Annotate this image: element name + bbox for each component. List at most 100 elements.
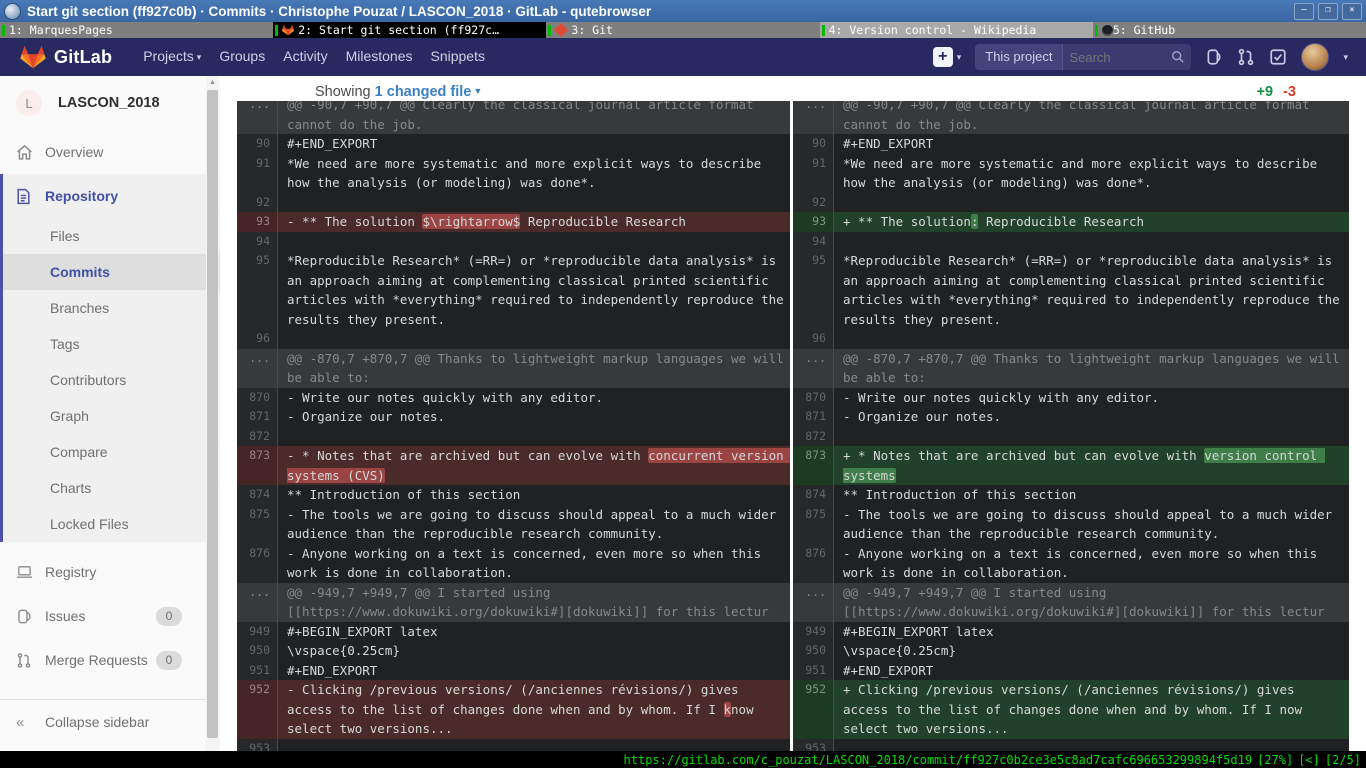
line-number[interactable]: 953 [237,739,278,752]
line-number[interactable]: 953 [793,739,834,752]
merge-request-icon[interactable] [1237,48,1255,66]
diff-line-content: #+END_EXPORT [278,661,790,681]
sidebar-item-overview[interactable]: Overview [0,130,220,174]
sidebar-item-label: Contributors [50,372,126,388]
line-number[interactable]: 95 [237,251,278,329]
scrollbar-up-arrow-icon[interactable]: ▲ [206,76,219,89]
statusbar-url: https://gitlab.com/c_pouzat/LASCON_2018/… [624,753,1253,767]
line-number[interactable]: 93 [793,212,834,232]
line-number[interactable]: 94 [237,232,278,252]
line-number[interactable]: 950 [793,641,834,661]
tab-load-indicator [2,25,5,36]
project-header[interactable]: L LASCON_2018 [0,76,220,130]
search-box [1063,44,1191,70]
line-number[interactable]: 874 [793,485,834,505]
line-number[interactable]: 873 [793,446,834,485]
line-number[interactable]: 873 [237,446,278,485]
sidebar-item-compare[interactable]: Compare [3,434,220,470]
browser-tab-3[interactable]: 3: Git [546,22,819,38]
nav-link-snippets[interactable]: Snippets [431,48,485,64]
line-number[interactable]: 949 [237,622,278,642]
sidebar-item-locked-files[interactable]: Locked Files [3,506,220,542]
line-number[interactable]: 876 [237,544,278,583]
sidebar-item-tags[interactable]: Tags [3,326,220,362]
changed-files-dropdown[interactable]: 1 changed file▼ [375,84,483,100]
todo-check-icon[interactable] [1269,48,1287,66]
issues-icon[interactable] [1205,48,1223,66]
nav-link-milestones[interactable]: Milestones [346,48,413,64]
sidebar-item-registry[interactable]: Registry [0,550,220,594]
line-number[interactable]: 951 [793,661,834,681]
line-number[interactable]: 91 [237,154,278,193]
nav-link-projects[interactable]: Projects▾ [143,48,201,64]
diff-line-content [834,329,1349,349]
tab-title: 1: MarquesPages [9,23,113,37]
sidebar-scrollbar[interactable]: ▲ [206,76,219,751]
diff-line-content: @@ -870,7 +870,7 @@ Thanks to lightweigh… [834,349,1349,388]
sidebar-item-contributors[interactable]: Contributors [3,362,220,398]
line-number[interactable]: 91 [793,154,834,193]
line-number[interactable]: 870 [793,388,834,408]
line-number[interactable]: 96 [237,329,278,349]
line-number[interactable]: 93 [237,212,278,232]
line-number[interactable]: 875 [237,505,278,544]
line-number[interactable]: 952 [237,680,278,739]
sidebar-item-merge-requests[interactable]: Merge Requests0 [0,638,220,682]
close-button[interactable]: ✕ [1342,3,1362,20]
search-input[interactable] [1063,50,1171,65]
line-number[interactable]: 94 [793,232,834,252]
diff-row: 90#+END_EXPORT [237,134,790,154]
line-number: ... [793,349,834,388]
sidebar-item-branches[interactable]: Branches [3,290,220,326]
minimize-button[interactable]: – [1294,3,1314,20]
maximize-button[interactable]: ❐ [1318,3,1338,20]
sidebar-item-issues[interactable]: Issues0 [0,594,220,638]
sidebar-item-commits[interactable]: Commits [3,254,220,290]
scrollbar-thumb[interactable] [207,90,218,738]
tab-title: 2: Start git section (ff927c… [298,23,499,37]
browser-tab-2[interactable]: 2: Start git section (ff927c… [273,22,546,38]
line-number[interactable]: 949 [793,622,834,642]
diff-row: 950\vspace{0.25cm} [237,641,790,661]
diff-row: 953 [237,739,790,752]
sidebar-item-charts[interactable]: Charts [3,470,220,506]
diff-row: 96 [237,329,790,349]
diff-line-content: - Write our notes quickly with any edito… [278,388,790,408]
line-number[interactable]: 872 [237,427,278,447]
line-number[interactable]: 871 [237,407,278,427]
line-number[interactable]: 92 [237,193,278,213]
collapse-sidebar-button[interactable]: « Collapse sidebar [0,699,219,744]
line-number[interactable]: 876 [793,544,834,583]
line-number[interactable]: 871 [793,407,834,427]
line-number[interactable]: 874 [237,485,278,505]
diff-row: 95*Reproducible Research* (=RR=) or *rep… [793,251,1349,329]
line-number[interactable]: 952 [793,680,834,739]
new-menu-button[interactable]: + ▾ [933,47,962,67]
user-avatar[interactable] [1301,43,1329,71]
line-number[interactable]: 875 [793,505,834,544]
line-number[interactable]: 92 [793,193,834,213]
line-number[interactable]: 96 [793,329,834,349]
gitlab-brand[interactable]: GitLab [54,47,112,68]
line-number[interactable]: 872 [793,427,834,447]
line-number[interactable]: 870 [237,388,278,408]
line-number[interactable]: 95 [793,251,834,329]
diff-line-content: \vspace{0.25cm} [834,641,1349,661]
sidebar-item-graph[interactable]: Graph [3,398,220,434]
diff-line-content: - Write our notes quickly with any edito… [834,388,1349,408]
browser-tab-5[interactable]: 5: GitHub [1093,22,1366,38]
line-number[interactable]: 950 [237,641,278,661]
line-number[interactable]: 90 [237,134,278,154]
browser-tab-1[interactable]: 1: MarquesPages [0,22,273,38]
sidebar-item-repository[interactable]: Repository [3,174,220,218]
line-number[interactable]: 951 [237,661,278,681]
line-number[interactable]: 90 [793,134,834,154]
nav-link-groups[interactable]: Groups [219,48,265,64]
browser-tab-4[interactable]: 4: Version control - Wikipedia [820,22,1093,38]
diff-row: 96 [793,329,1349,349]
active-section: RepositoryFilesCommitsBranchesTags Contri… [0,174,220,542]
diff-row: 952- Clicking /previous versions/ (/anci… [237,680,790,739]
search-scope-chip[interactable]: This project [975,44,1063,70]
nav-link-activity[interactable]: Activity [283,48,327,64]
sidebar-item-files[interactable]: Files [3,218,220,254]
